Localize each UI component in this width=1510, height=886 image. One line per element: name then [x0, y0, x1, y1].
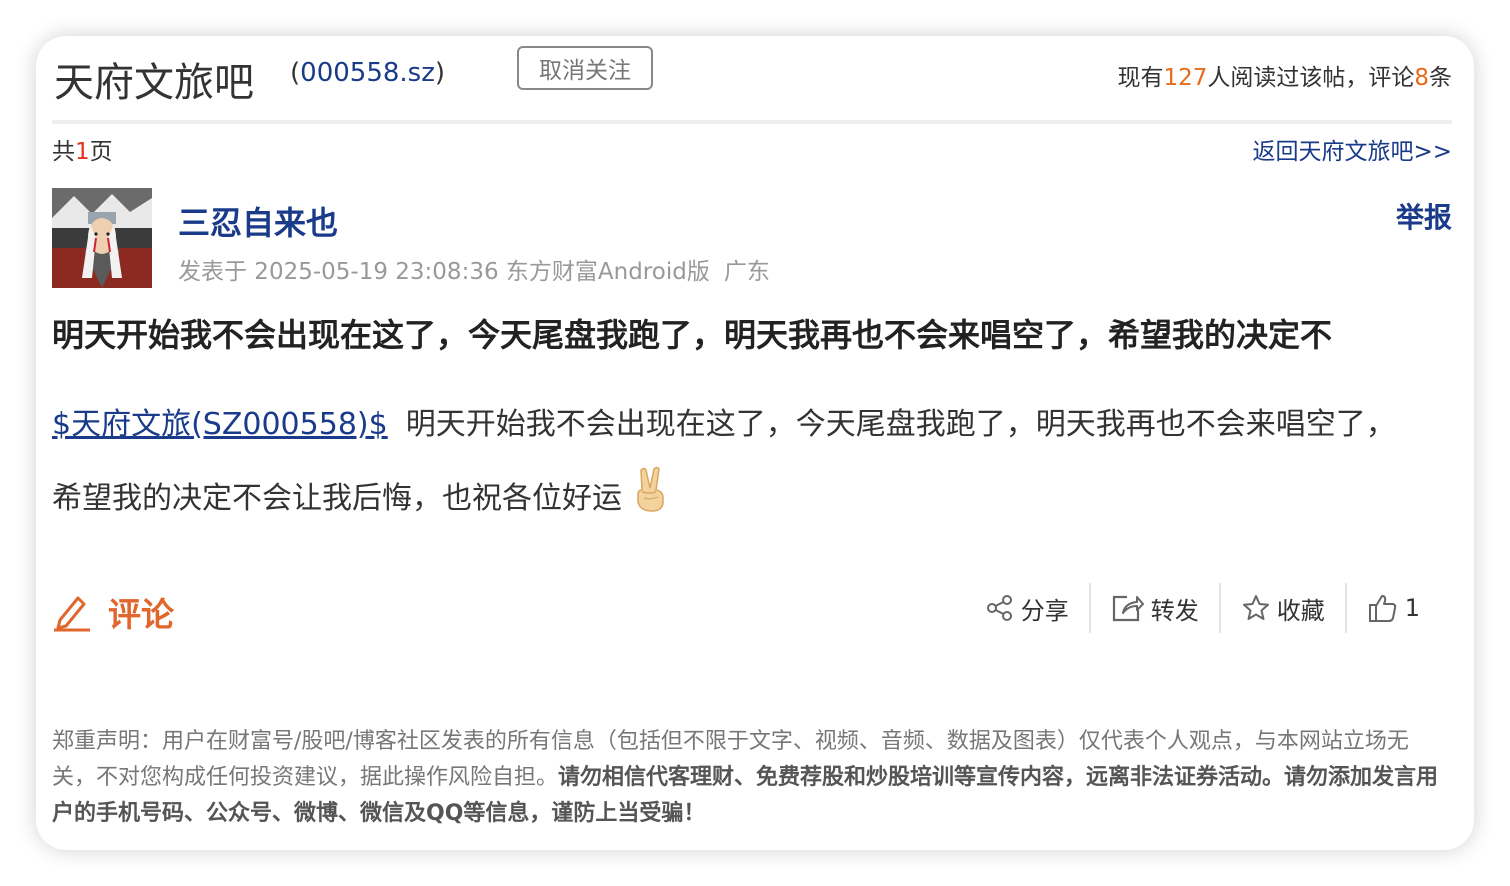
avatar-image — [52, 188, 152, 288]
share-icon — [986, 595, 1012, 621]
stock-code-number[interactable]: 000558.sz — [300, 58, 435, 88]
post-content: $天府文旅(SZ000558)$ 明天开始我不会出现在这了，今天尾盘我跑了，明天我… — [52, 388, 1422, 540]
page-count-number: 1 — [75, 139, 90, 165]
unfollow-button[interactable]: 取消关注 — [517, 46, 653, 90]
stats-prefix: 现有 — [1117, 65, 1164, 91]
stock-tag-link[interactable]: $天府文旅(SZ000558)$ — [52, 407, 388, 442]
stats-middle: 人阅读过该帖，评论 — [1207, 65, 1415, 91]
favorite-label: 收藏 — [1276, 596, 1325, 625]
code-close-paren: ) — [434, 58, 446, 88]
back-to-bar-link[interactable]: 返回天府文旅吧>> — [1252, 132, 1452, 166]
like-button[interactable]: 1 — [1347, 592, 1440, 624]
bar-title[interactable]: 天府文旅吧 — [54, 50, 254, 108]
post-location: 广东 — [723, 259, 770, 285]
victory-hand-icon — [632, 466, 670, 540]
action-bar: 分享 转发 收藏 1 — [965, 582, 1440, 634]
read-count: 127 — [1163, 65, 1208, 91]
page-count-suffix: 页 — [89, 139, 113, 165]
disclaimer: 郑重声明：用户在财富号/股吧/博客社区发表的所有信息（包括但不限于文字、视频、音… — [52, 724, 1446, 832]
post-title: 明天开始我不会出现在这了，今天尾盘我跑了，明天我再也不会来唱空了，希望我的决定不 — [52, 316, 1333, 354]
forward-icon — [1112, 595, 1144, 622]
stats-suffix: 条 — [1429, 65, 1452, 91]
star-icon — [1242, 595, 1269, 620]
share-button[interactable]: 分享 — [965, 591, 1089, 626]
stock-code[interactable]: (000558.sz) — [290, 58, 445, 88]
forward-label: 转发 — [1150, 596, 1199, 625]
forward-button[interactable]: 转发 — [1091, 591, 1219, 626]
report-button[interactable]: 举报 — [1396, 196, 1452, 236]
share-label: 分享 — [1020, 596, 1069, 625]
read-stats: 现有127人阅读过该帖，评论8条 — [1117, 58, 1452, 92]
page-count-prefix: 共 — [52, 139, 75, 165]
comment-count: 8 — [1414, 65, 1429, 91]
header-divider — [52, 120, 1452, 124]
comment-button[interactable]: 评论 — [52, 588, 174, 636]
page-count: 共1页 — [52, 132, 113, 166]
comment-label: 评论 — [108, 595, 174, 634]
code-open-paren: ( — [290, 58, 301, 88]
thumbs-up-icon — [1368, 595, 1396, 622]
author-name[interactable]: 三忍自来也 — [178, 198, 338, 244]
post-time-source: 发表于 2025-05-19 23:08:36 东方财富Android版 — [178, 259, 710, 285]
post-meta: 发表于 2025-05-19 23:08:36 东方财富Android版 广东 — [178, 252, 770, 286]
avatar[interactable] — [52, 188, 152, 288]
favorite-button[interactable]: 收藏 — [1221, 591, 1345, 626]
post-card: 天府文旅吧 (000558.sz) 取消关注 现有127人阅读过该帖，评论8条 … — [36, 36, 1474, 850]
pencil-icon — [54, 596, 90, 632]
like-count: 1 — [1404, 594, 1420, 622]
